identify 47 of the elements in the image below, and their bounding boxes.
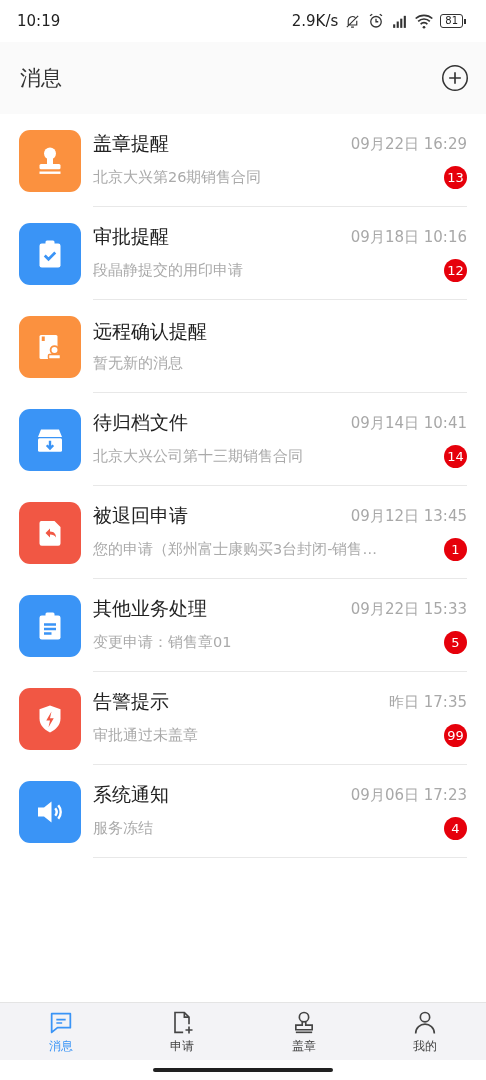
message-title: 远程确认提醒 (93, 319, 207, 344)
status-time: 10:19 (17, 12, 61, 30)
message-preview: 您的申请（郑州富士康购买3台封闭-销售… (93, 540, 377, 559)
message-preview: 北京大兴第26期销售合同 (93, 168, 262, 187)
tab-item[interactable]: 盖章 (243, 1003, 365, 1060)
message-title: 其他业务处理 (93, 596, 207, 621)
message-item[interactable]: 其他业务处理 09月22日 15:33 变更申请：销售章01 5 (0, 579, 486, 672)
message-preview: 变更申请：销售章01 (93, 633, 232, 652)
message-preview: 服务冻结 (93, 819, 153, 838)
unread-count: 4 (444, 817, 467, 840)
message-time: 昨日 17:35 (389, 692, 467, 712)
tab-item[interactable]: 我的 (364, 1003, 486, 1060)
message-item[interactable]: 远程确认提醒 暂无新的消息 (0, 300, 486, 393)
message-item[interactable]: 告警提示 昨日 17:35 审批通过未盖章 99 (0, 672, 486, 765)
add-button[interactable] (441, 64, 469, 92)
message-title: 待归档文件 (93, 410, 188, 435)
message-time: 09月14日 10:41 (350, 413, 467, 433)
message-preview: 北京大兴公司第十三期销售合同 (93, 447, 303, 466)
message-item[interactable]: 被退回申请 09月12日 13:45 您的申请（郑州富士康购买3台封闭-销售… 1 (0, 486, 486, 579)
message-time: 09月22日 16:29 (350, 134, 467, 154)
unread-count: 99 (444, 724, 467, 747)
message-title: 被退回申请 (93, 503, 188, 528)
add-icon (441, 64, 469, 92)
message-time: 09月12日 13:45 (350, 506, 467, 526)
message-time: 09月22日 15:33 (350, 599, 467, 619)
message-item[interactable]: 待归档文件 09月14日 10:41 北京大兴公司第十三期销售合同 14 (0, 393, 486, 486)
unread-count: 12 (444, 259, 467, 282)
message-preview: 段晶静提交的用印申请 (93, 261, 243, 280)
message-title: 告警提示 (93, 689, 169, 714)
message-title: 审批提醒 (93, 224, 169, 249)
unread-count: 13 (444, 166, 467, 189)
message-time: 09月06日 17:23 (350, 785, 467, 805)
message-title: 盖章提醒 (93, 131, 169, 156)
message-item[interactable]: 系统通知 09月06日 17:23 服务冻结 4 (0, 765, 486, 858)
page-title: 消息 (20, 65, 63, 92)
message-item[interactable]: 盖章提醒 09月22日 16:29 北京大兴第26期销售合同 13 (0, 114, 486, 207)
message-preview: 审批通过未盖章 (93, 726, 198, 745)
tab-item[interactable]: 申请 (121, 1003, 243, 1060)
message-time: 09月18日 10:16 (350, 227, 467, 247)
message-item[interactable]: 审批提醒 09月18日 10:16 段晶静提交的用印申请 12 (0, 207, 486, 300)
network-speed: 2.9K/s (291, 12, 339, 30)
unread-count: 5 (444, 631, 467, 654)
message-title: 系统通知 (93, 782, 169, 807)
unread-count: 1 (444, 538, 467, 561)
unread-count: 14 (444, 445, 467, 468)
battery-icon: 81 (440, 14, 466, 28)
message-preview: 暂无新的消息 (93, 354, 183, 373)
